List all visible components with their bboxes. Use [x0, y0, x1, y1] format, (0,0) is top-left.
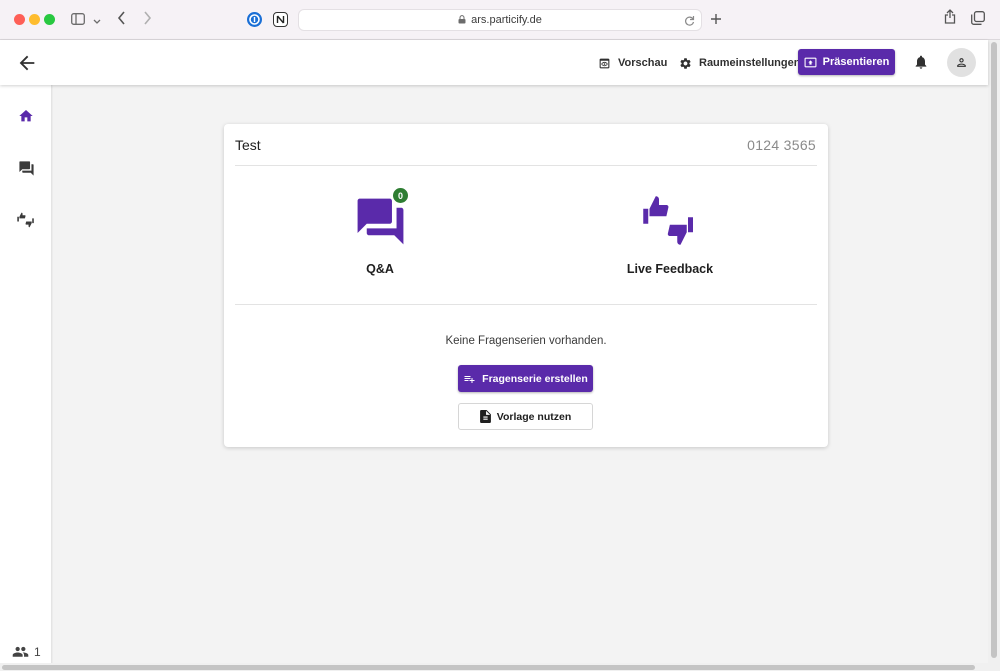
- create-series-label: Fragenserie erstellen: [482, 372, 588, 385]
- sidebar-icon[interactable]: [71, 10, 85, 30]
- thumbs-icon: [17, 212, 34, 228]
- divider: [235, 165, 817, 166]
- share-icon[interactable]: [944, 9, 956, 29]
- sidebar-item-home[interactable]: [16, 106, 36, 126]
- app-header: Vorschau Raumeinstellungen Präsentieren: [0, 40, 988, 85]
- back-icon[interactable]: [117, 10, 126, 30]
- live-feedback-feature[interactable]: Live Feedback: [570, 194, 770, 276]
- playlist-add-icon: [464, 375, 475, 383]
- present-label: Präsentieren: [822, 56, 890, 68]
- room-settings-button[interactable]: Raumeinstellungen: [679, 53, 800, 73]
- use-template-button[interactable]: Vorlage nutzen: [458, 403, 593, 430]
- use-template-label: Vorlage nutzen: [496, 410, 572, 423]
- empty-series-message: Keine Fragenserien vorhanden.: [445, 335, 607, 347]
- create-series-button[interactable]: Fragenserie erstellen: [458, 365, 593, 392]
- notion-icon[interactable]: [273, 12, 288, 27]
- room-settings-label: Raumeinstellungen: [699, 57, 801, 69]
- lock-icon: [458, 15, 466, 24]
- qa-count-badge: 0: [392, 187, 409, 204]
- gear-icon: [680, 57, 691, 69]
- tabs-overview-icon[interactable]: [971, 10, 985, 30]
- zoom-window-button[interactable]: [44, 14, 55, 25]
- people-icon: [12, 646, 29, 657]
- sidebar-nav: 1: [0, 85, 52, 663]
- browser-toolbar: ars.particify.de: [0, 0, 1000, 40]
- present-button[interactable]: Präsentieren: [798, 49, 895, 75]
- bell-icon[interactable]: [913, 54, 929, 75]
- url-text: ars.particify.de: [471, 14, 542, 26]
- password-manager-icon[interactable]: [247, 12, 262, 27]
- preview-icon: [599, 58, 610, 68]
- live-feedback-label: Live Feedback: [626, 262, 714, 276]
- new-tab-icon[interactable]: [710, 10, 722, 30]
- sidebar-item-qa[interactable]: [16, 158, 36, 178]
- room-overview-card: Test 0124 3565 0 Q&A Live Feedback Keine…: [224, 124, 828, 447]
- online-users-value: 1: [34, 645, 41, 659]
- main-content: Test 0124 3565 0 Q&A Live Feedback Keine…: [53, 85, 988, 663]
- present-icon: [804, 57, 817, 67]
- room-code[interactable]: 0124 3565: [747, 137, 816, 153]
- person-icon: [957, 58, 966, 67]
- account-avatar-button[interactable]: [947, 48, 976, 77]
- room-title: Test: [235, 137, 261, 153]
- divider: [235, 304, 817, 305]
- reload-icon[interactable]: [684, 14, 695, 32]
- address-bar[interactable]: ars.particify.de: [298, 9, 702, 31]
- horizontal-scrollbar[interactable]: [0, 663, 1000, 671]
- sidebar-item-feedback[interactable]: [16, 210, 36, 230]
- forward-icon[interactable]: [143, 10, 152, 30]
- qa-label: Q&A: [366, 262, 394, 276]
- thumbs-icon: [643, 196, 693, 245]
- close-window-button[interactable]: [14, 14, 25, 25]
- preview-button[interactable]: Vorschau: [598, 53, 667, 73]
- chevron-down-icon[interactable]: [93, 10, 101, 30]
- online-users-count: 1: [12, 645, 41, 659]
- minimize-window-button[interactable]: [29, 14, 40, 25]
- forum-icon: [18, 160, 34, 176]
- preview-label: Vorschau: [618, 57, 668, 69]
- qa-feature[interactable]: 0 Q&A: [280, 187, 480, 276]
- vertical-scrollbar[interactable]: [988, 40, 1000, 663]
- back-arrow-icon[interactable]: [16, 52, 38, 74]
- home-icon: [19, 110, 33, 122]
- document-icon: [479, 410, 491, 423]
